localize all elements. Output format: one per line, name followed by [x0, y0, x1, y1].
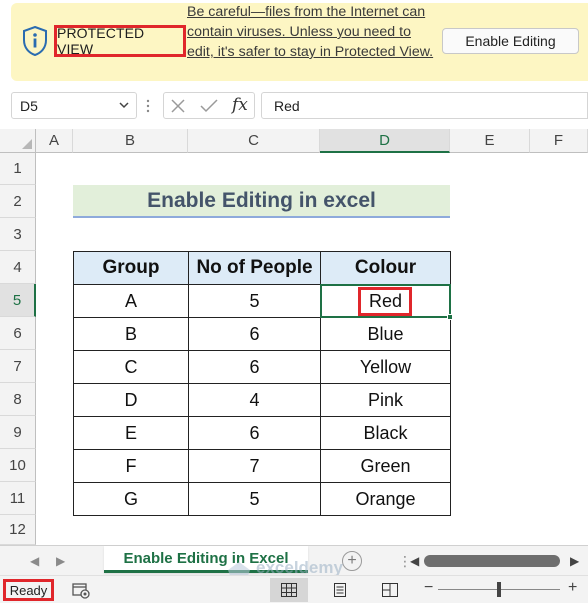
table-cell[interactable]: 6: [188, 317, 321, 351]
column-header-c[interactable]: C: [188, 129, 320, 153]
grid-view-icon: [281, 583, 297, 597]
ready-status: Ready: [3, 579, 54, 601]
table-cell[interactable]: C: [73, 350, 189, 384]
table-cell[interactable]: 6: [188, 350, 321, 384]
tab-scroll-right-icon[interactable]: ▶: [56, 554, 65, 568]
table-cell[interactable]: 4: [188, 383, 321, 417]
row-header-8[interactable]: 8: [0, 383, 36, 416]
header-cell-no-of-people[interactable]: No of People: [188, 251, 321, 285]
row-header-4[interactable]: 4: [0, 251, 36, 284]
protected-view-title-box: PROTECTED VIEW: [54, 25, 186, 57]
formula-buttons: fx: [163, 92, 255, 119]
page-break-icon: [382, 583, 398, 597]
table-row: D 4 Pink: [73, 383, 451, 417]
name-box-value: D5: [20, 98, 38, 114]
column-header-f[interactable]: F: [530, 129, 588, 153]
table-cell[interactable]: E: [73, 416, 189, 450]
column-header-e[interactable]: E: [450, 129, 530, 153]
shield-info-icon: [23, 26, 47, 56]
table-cell[interactable]: Green: [320, 449, 451, 483]
zoom-out-button[interactable]: −: [424, 579, 433, 597]
row-header-1[interactable]: 1: [0, 153, 36, 185]
table-cell[interactable]: Black: [320, 416, 451, 450]
horizontal-scrollbar[interactable]: [424, 555, 560, 567]
table-cell[interactable]: Yellow: [320, 350, 451, 384]
add-sheet-icon[interactable]: +: [342, 551, 362, 571]
header-cell-group[interactable]: Group: [73, 251, 189, 285]
table-cell[interactable]: A: [73, 284, 189, 318]
scroll-right-icon[interactable]: ▶: [570, 554, 579, 568]
data-table: Group No of People Colour A 5 Red B 6 Bl…: [73, 251, 451, 516]
table-cell[interactable]: 7: [188, 449, 321, 483]
normal-view-button[interactable]: [270, 578, 308, 602]
row-header-6[interactable]: 6: [0, 317, 36, 350]
table-cell[interactable]: 5: [188, 284, 321, 318]
table-row: E 6 Black: [73, 416, 451, 450]
formula-bar: D5 fx Red: [0, 84, 588, 129]
table-row: F 7 Green: [73, 449, 451, 483]
chevron-down-icon[interactable]: [118, 99, 130, 111]
fill-handle[interactable]: [447, 314, 453, 320]
table-row: B 6 Blue: [73, 317, 451, 351]
column-header-a[interactable]: A: [36, 129, 73, 153]
protected-view-message[interactable]: Be careful—files from the Internet can c…: [187, 2, 437, 62]
table-row: C 6 Yellow: [73, 350, 451, 384]
table-row: G 5 Orange: [73, 482, 451, 516]
table-cell-active[interactable]: Red: [320, 284, 451, 318]
formula-input[interactable]: Red: [261, 92, 588, 119]
vertical-dots-icon[interactable]: [146, 98, 150, 114]
protected-view-title: PROTECTED VIEW: [57, 25, 145, 57]
column-header-b[interactable]: B: [73, 129, 188, 153]
page-break-view-button[interactable]: [371, 578, 409, 602]
table-cell[interactable]: 5: [188, 482, 321, 516]
name-box[interactable]: D5: [11, 92, 137, 119]
row-header-12[interactable]: 12: [0, 515, 36, 545]
row-header-7[interactable]: 7: [0, 350, 36, 383]
row-header-3[interactable]: 3: [0, 218, 36, 251]
scroll-left-icon[interactable]: ◀: [410, 554, 419, 568]
cancel-icon[interactable]: [170, 98, 186, 114]
table-cell[interactable]: B: [73, 317, 189, 351]
check-icon[interactable]: [200, 98, 218, 114]
row-header-10[interactable]: 10: [0, 449, 36, 482]
accessibility-icon[interactable]: [72, 581, 90, 599]
row-header-11[interactable]: 11: [0, 482, 36, 515]
zoom-slider-thumb[interactable]: [497, 582, 501, 597]
column-header-d[interactable]: D: [320, 129, 450, 153]
protected-view-bar: PROTECTED VIEW Be careful—files from the…: [0, 0, 588, 84]
status-bar: Ready − +: [0, 575, 588, 603]
row-header-9[interactable]: 9: [0, 416, 36, 449]
table-cell[interactable]: G: [73, 482, 189, 516]
row-header-5[interactable]: 5: [0, 284, 36, 317]
row-header-2[interactable]: 2: [0, 185, 36, 218]
table-cell[interactable]: Orange: [320, 482, 451, 516]
sheet-tab-bar: ◀ ▶ Enable Editing in Excel + ⋮ ◀ ▶: [0, 545, 588, 575]
table-header-row: Group No of People Colour: [73, 251, 451, 285]
header-cell-colour[interactable]: Colour: [320, 251, 451, 285]
table-cell[interactable]: Blue: [320, 317, 451, 351]
page-layout-icon: [334, 583, 346, 597]
zoom-in-button[interactable]: +: [568, 579, 577, 597]
table-row: A 5 Red: [73, 284, 451, 318]
formula-value: Red: [274, 98, 300, 114]
tab-scroll-left-icon[interactable]: ◀: [30, 554, 39, 568]
insert-function-icon[interactable]: fx: [232, 95, 248, 115]
sheet-title-cell[interactable]: Enable Editing in excel: [73, 185, 450, 218]
table-cell[interactable]: F: [73, 449, 189, 483]
table-cell[interactable]: 6: [188, 416, 321, 450]
select-all-corner[interactable]: [0, 129, 36, 153]
table-cell[interactable]: Pink: [320, 383, 451, 417]
table-cell[interactable]: D: [73, 383, 189, 417]
enable-editing-button[interactable]: Enable Editing: [442, 28, 579, 54]
page-layout-view-button[interactable]: [321, 578, 359, 602]
sheet-tab-active[interactable]: Enable Editing in Excel: [104, 546, 308, 573]
